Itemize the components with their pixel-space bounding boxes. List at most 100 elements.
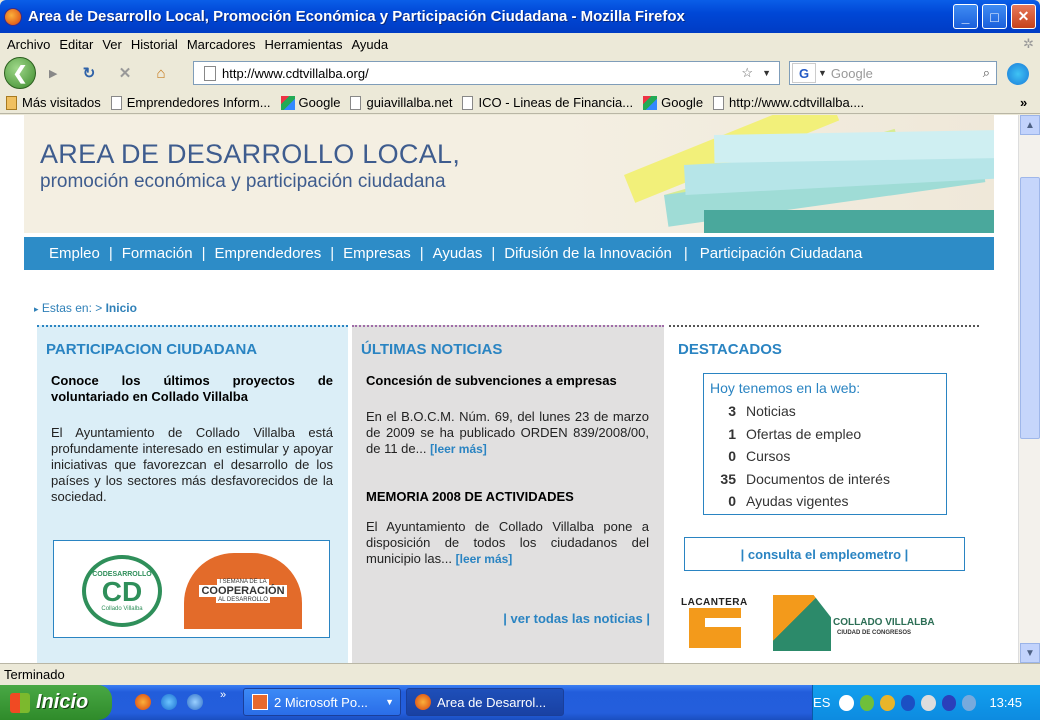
cooperacion-logo[interactable]: I SEMANA DE LA COOPERACIÓN AL DESARROLLO xyxy=(184,553,302,629)
stop-button[interactable]: ✕ xyxy=(114,62,136,84)
close-button[interactable]: ✕ xyxy=(1011,4,1036,29)
menu-bar: Archivo Editar Ver Historial Marcadores … xyxy=(0,33,1040,55)
forward-arrow-icon: ▸ xyxy=(49,65,57,82)
maximize-button[interactable]: □ xyxy=(982,4,1007,29)
nav-ayudas[interactable]: Ayudas xyxy=(433,245,483,262)
network-icon[interactable] xyxy=(839,694,854,711)
news-title[interactable]: MEMORIA 2008 DE ACTIVIDADES xyxy=(366,489,649,505)
google-engine-icon[interactable]: G xyxy=(792,63,816,83)
group-dropdown-icon: ▼ xyxy=(385,697,394,707)
stat-row[interactable]: 35 Documentos de interés xyxy=(704,468,946,491)
bookmark-star-icon[interactable]: ☆ xyxy=(741,65,753,81)
reload-button[interactable]: ↻ xyxy=(78,62,100,84)
page-icon xyxy=(110,95,122,110)
clock[interactable]: 13:45 xyxy=(989,695,1022,710)
bookmark-item[interactable]: Más visitados xyxy=(6,95,101,110)
all-news-link[interactable]: | ver todas las noticias | xyxy=(503,611,650,626)
stat-row[interactable]: 0 Cursos xyxy=(704,445,946,468)
ie-quicklaunch-icon[interactable] xyxy=(161,694,177,710)
sync-icon[interactable] xyxy=(921,694,936,711)
skype-icon[interactable] xyxy=(1007,63,1029,85)
url-bar[interactable]: http://www.cdtvillalba.org/ ☆ ▼ xyxy=(193,61,780,85)
stat-row[interactable]: 3 Noticias xyxy=(704,400,946,423)
logo-letter: CD xyxy=(101,575,143,607)
firefox-quicklaunch-icon[interactable] xyxy=(135,694,151,710)
read-more-link[interactable]: [leer más] xyxy=(430,442,487,456)
participacion-title[interactable]: Conoce los últimos proyectos de voluntar… xyxy=(51,373,333,405)
info-icon[interactable] xyxy=(941,694,957,711)
chevron-more-icon[interactable]: » xyxy=(1020,95,1027,110)
back-button[interactable]: ❮ xyxy=(4,57,36,89)
bookmark-item[interactable]: ICO - Lineas de Financia... xyxy=(462,95,633,110)
language-indicator[interactable]: ES xyxy=(813,695,830,710)
menu-historial[interactable]: Historial xyxy=(131,37,178,52)
bookmark-item[interactable]: guiavillalba.net xyxy=(350,95,452,110)
nav-emprendedores[interactable]: Emprendedores xyxy=(215,245,322,262)
codesarrollo-logo[interactable]: CODESARROLLO CD Collado Villalba xyxy=(82,555,162,627)
start-button[interactable]: Inicio xyxy=(0,685,112,720)
bookmark-item[interactable]: http://www.cdtvillalba.... xyxy=(713,95,864,110)
nav-participacion[interactable]: Participación Ciudadana xyxy=(700,245,863,262)
stat-row[interactable]: 0 Ayudas vigentes xyxy=(704,490,946,513)
banner-swatch xyxy=(704,210,994,233)
collado-villalba-logo[interactable]: COLLADO VILLALBA CIUDAD DE CONGRESOS xyxy=(773,595,949,655)
menu-marcadores[interactable]: Marcadores xyxy=(187,37,256,52)
minimize-button[interactable]: _ xyxy=(953,4,978,29)
taskbar-item-powerpoint[interactable]: 2 Microsoft Po... ▼ xyxy=(243,688,401,716)
stat-row[interactable]: 1 Ofertas de empleo xyxy=(704,423,946,446)
nav-difusion[interactable]: Difusión de la Innovación xyxy=(504,245,672,262)
shield-icon[interactable] xyxy=(880,694,895,711)
stop-icon: ✕ xyxy=(118,65,132,82)
forward-button[interactable]: ▸ xyxy=(42,62,64,84)
scroll-down-button[interactable]: ▼ xyxy=(1020,643,1040,663)
noticias-column: ÚLTIMAS NOTICIAS Concesión de subvencion… xyxy=(352,325,664,663)
menu-herramientas[interactable]: Herramientas xyxy=(264,37,342,52)
lacantera-logo[interactable]: LACANTERA xyxy=(681,592,751,652)
search-icon[interactable]: ⌕ xyxy=(983,65,990,81)
menu-editar[interactable]: Editar xyxy=(59,37,93,52)
antivirus-icon[interactable] xyxy=(859,694,875,711)
expand-quicklaunch-icon[interactable]: » xyxy=(220,689,226,701)
windows-flag-icon xyxy=(10,692,30,713)
engine-dropdown-icon[interactable]: ▼ xyxy=(818,68,827,78)
news-title[interactable]: Concesión de subvenciones a empresas xyxy=(366,373,649,389)
collado-mark xyxy=(773,595,831,651)
breadcrumb-current[interactable]: Inicio xyxy=(106,301,137,315)
vertical-scrollbar[interactable]: ▲ ▼ xyxy=(1018,115,1040,663)
status-text: Terminado xyxy=(4,667,65,682)
menu-ver[interactable]: Ver xyxy=(102,37,122,52)
read-more-link[interactable]: [leer más] xyxy=(456,552,513,566)
page-icon xyxy=(713,95,725,110)
page-icon xyxy=(204,65,216,81)
news-body: En el B.O.C.M. Núm. 69, del lunes 23 de … xyxy=(366,409,649,456)
menu-ayuda[interactable]: Ayuda xyxy=(351,37,388,52)
url-dropdown-icon[interactable]: ▼ xyxy=(762,68,771,78)
google-icon xyxy=(643,95,658,110)
desktop-quicklaunch-icon[interactable] xyxy=(187,694,203,710)
bluetooth-icon[interactable] xyxy=(900,694,916,711)
throbber-icon: ✲ xyxy=(1023,36,1034,51)
bookmark-item[interactable]: Emprendedores Inform... xyxy=(110,95,271,110)
close-icon: ✕ xyxy=(1017,8,1030,24)
destacados-column: DESTACADOS Hoy tenemos en la web: 3 Notic… xyxy=(669,325,979,663)
nav-empleo[interactable]: Empleo xyxy=(49,245,100,262)
search-box[interactable]: G ▼ Google ⌕ xyxy=(789,61,997,85)
window-titlebar: Area de Desarrollo Local, Promoción Econ… xyxy=(0,0,1040,33)
logos-box: CODESARROLLO CD Collado Villalba I SEMAN… xyxy=(53,540,330,638)
taskbar-item-firefox[interactable]: Area de Desarrol... xyxy=(406,688,564,716)
stats-title: Hoy tenemos en la web: xyxy=(710,380,861,396)
nav-empresas[interactable]: Empresas xyxy=(343,245,411,262)
chevron-up-icon: ▲ xyxy=(1025,119,1035,131)
menu-archivo[interactable]: Archivo xyxy=(7,37,50,52)
scroll-up-button[interactable]: ▲ xyxy=(1020,115,1040,135)
volume-icon[interactable] xyxy=(962,694,977,711)
bookmark-item[interactable]: Google xyxy=(280,95,340,110)
scroll-thumb[interactable] xyxy=(1020,177,1040,439)
site-banner: AREA DE DESARROLLO LOCAL, promoción econ… xyxy=(24,115,994,233)
lacantera-mark xyxy=(705,618,741,627)
bookmark-item[interactable]: Google xyxy=(643,95,703,110)
nav-formacion[interactable]: Formación xyxy=(122,245,193,262)
empleometro-link[interactable]: | consulta el empleometro | xyxy=(684,537,965,571)
stats-box: Hoy tenemos en la web: 3 Noticias 1 Oferta… xyxy=(703,373,947,515)
home-button[interactable]: ⌂ xyxy=(150,62,172,84)
